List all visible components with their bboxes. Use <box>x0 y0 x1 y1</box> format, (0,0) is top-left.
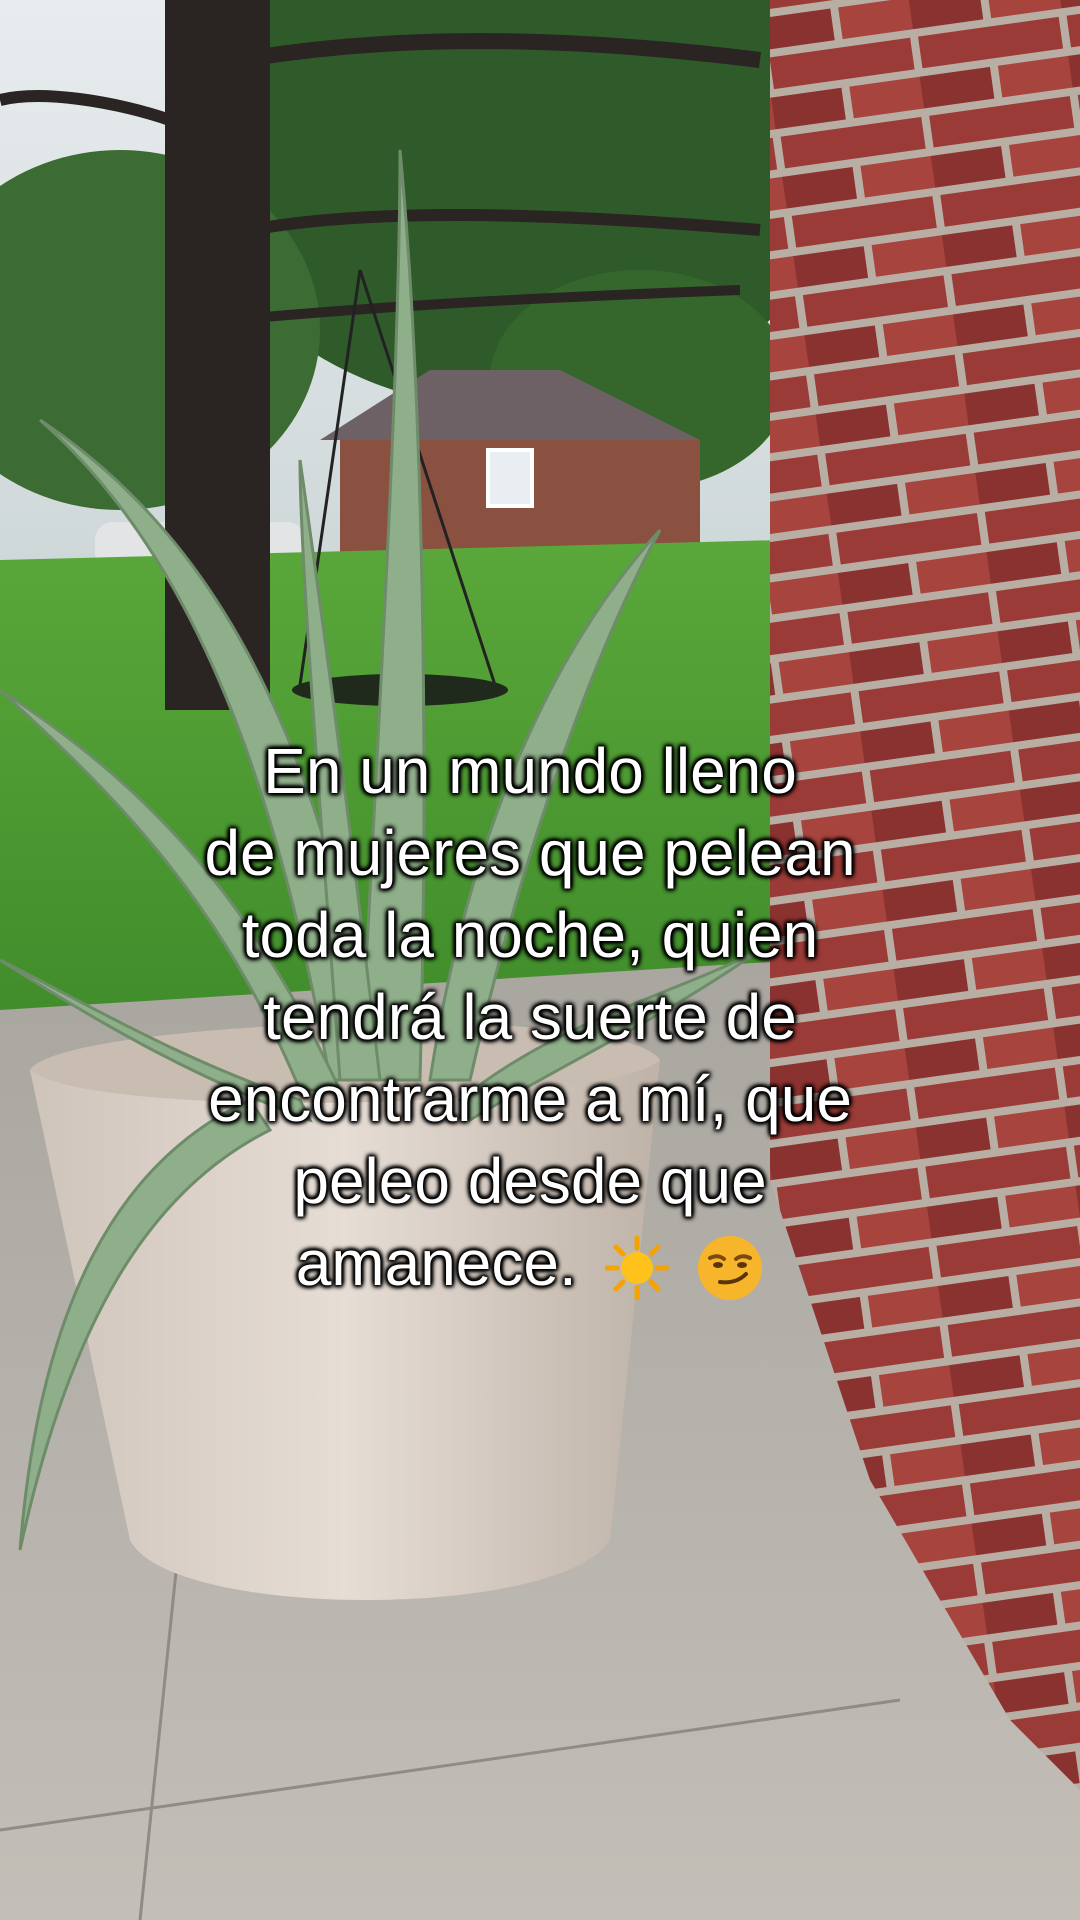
caption-last-line: amanece. <box>40 1222 1020 1304</box>
caption-line: peleo desde que <box>293 1145 767 1217</box>
house-window <box>486 448 534 508</box>
caption-line: de mujeres que pelean <box>204 817 856 889</box>
caption-line: tendrá la suerte de <box>263 981 797 1053</box>
caption-line: toda la noche, quien <box>241 899 819 971</box>
smirking-face-emoji <box>698 1236 763 1301</box>
caption-line: amanece. <box>295 1227 577 1299</box>
caption-line: En un mundo lleno <box>263 735 797 807</box>
sun-emoji <box>604 1236 669 1301</box>
caption-line: encontrarme a mí, que <box>208 1063 852 1135</box>
caption-text: En un mundo lleno de mujeres que pelean … <box>40 730 1020 1304</box>
